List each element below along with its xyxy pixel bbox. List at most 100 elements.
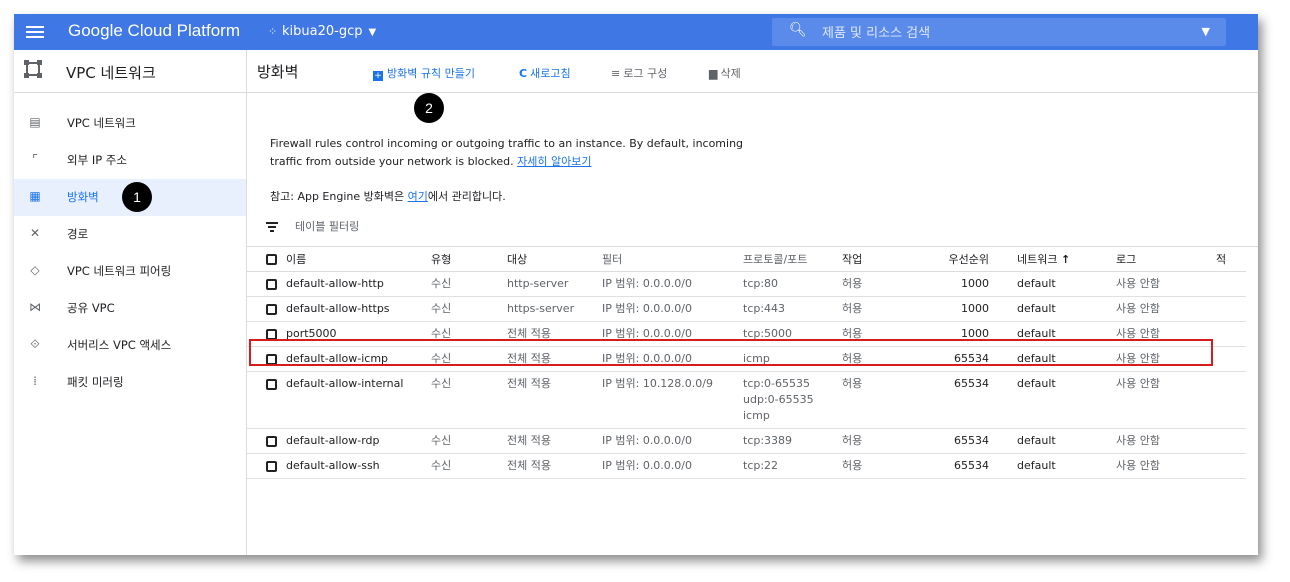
refresh-label: 새로고침 (530, 67, 571, 80)
cell-filter: IP 범위: 0.0.0.0/0 (602, 428, 743, 454)
create-firewall-rule-button[interactable]: + 방화벽 규칙 만들기 (373, 65, 475, 81)
cell-logs: 사용 안함 (1116, 346, 1216, 372)
filter-input[interactable] (293, 219, 497, 234)
brand-title[interactable]: Google Cloud Platform (68, 21, 240, 41)
sidebar-item-peering[interactable]: ◇ VPC 네트워크 피어링 (14, 253, 246, 290)
col-extra[interactable]: 적 (1216, 247, 1246, 272)
sidebar-item-label: 방화벽 (67, 190, 99, 204)
routes-icon: ✕ (29, 226, 41, 240)
logs-label: 로그 구성 (623, 67, 668, 80)
cell-action: 허용 (842, 346, 907, 372)
sidebar: VPC 네트워크 ▤ VPC 네트워크 ⌜ 외부 IP 주소 ▦ 방화벽 ✕ 경… (14, 50, 247, 555)
sidebar-item-serverless-vpc[interactable]: ⟐ 서버리스 VPC 액세스 (14, 327, 246, 364)
row-checkbox[interactable] (266, 435, 277, 447)
table-row[interactable]: default-allow-https 수신 https-server IP 범위: … (247, 296, 1246, 322)
protocol-entry: tcp:3389 (743, 434, 793, 447)
search-bar[interactable]: 🔍︎ ▼ (772, 18, 1226, 46)
col-type[interactable]: 유형 (431, 247, 507, 272)
trash-icon: ▆ (709, 67, 718, 80)
cell-priority: 65534 (907, 453, 989, 479)
configure-logs-button[interactable]: ≡ 로그 구성 (611, 65, 667, 81)
col-filter[interactable]: 필터 (602, 247, 743, 272)
cell-network: default (1017, 453, 1116, 479)
col-action[interactable]: 작업 (842, 247, 907, 272)
cell-target: https-server (507, 296, 602, 322)
cell-target: 전체 적용 (507, 428, 602, 454)
sidebar-item-label: 패킷 미러링 (67, 375, 124, 389)
sidebar-item-vpc-networks[interactable]: ▤ VPC 네트워크 (14, 105, 246, 142)
search-expand-icon[interactable]: ▼ (1202, 25, 1210, 38)
col-priority[interactable]: 우선순위 (907, 247, 989, 272)
row-checkbox[interactable] (266, 460, 277, 472)
row-checkbox[interactable] (266, 378, 277, 390)
cell-network: default (1017, 321, 1116, 347)
cell-filter: IP 범위: 0.0.0.0/0 (602, 271, 743, 297)
cell-action: 허용 (842, 296, 907, 322)
delete-button[interactable]: ▆ 삭제 (709, 65, 741, 81)
cell-name[interactable]: default-allow-http (286, 271, 431, 297)
row-checkbox[interactable] (266, 328, 277, 340)
protocol-entry: tcp:443 (743, 302, 786, 315)
cell-priority: 1000 (907, 271, 989, 297)
table-row[interactable]: default-allow-internal 수신 전체 적용 IP 범위: 10.1… (247, 371, 1246, 429)
description-text: Firewall rules control incoming or outgo… (270, 137, 744, 168)
table-row[interactable]: default-allow-icmp 수신 전체 적용 IP 범위: 0.0.0.0/… (247, 346, 1246, 372)
col-logs[interactable]: 로그 (1116, 247, 1216, 272)
learn-more-link[interactable]: 자세히 알아보기 (517, 155, 591, 168)
cell-network: default (1017, 296, 1116, 322)
search-input[interactable] (820, 22, 1144, 44)
row-checkbox[interactable] (266, 303, 277, 315)
vpc-network-icon: ▤ (29, 115, 41, 129)
cell-protocol: tcp:22 (743, 453, 842, 479)
sidebar-item-label: 외부 IP 주소 (67, 153, 127, 167)
cell-name[interactable]: default-allow-icmp (286, 346, 431, 372)
sidebar-item-external-ip[interactable]: ⌜ 외부 IP 주소 (14, 142, 246, 179)
project-selector[interactable]: ⁘ kibua20-gcp ▼ (268, 24, 376, 39)
col-name[interactable]: 이름 (286, 247, 431, 272)
cell-protocol: tcp:80 (743, 271, 842, 297)
cell-network: default (1017, 346, 1116, 372)
cell-name[interactable]: default-allow-internal (286, 371, 431, 429)
cell-name[interactable]: default-allow-rdp (286, 428, 431, 454)
table-row[interactable]: port5000 수신 전체 적용 IP 범위: 0.0.0.0/0 tcp:5000 허… (247, 321, 1246, 347)
menu-icon[interactable] (26, 23, 44, 41)
cell-logs: 사용 안함 (1116, 321, 1216, 347)
table-row[interactable]: default-allow-ssh 수신 전체 적용 IP 범위: 0.0.0.0/0… (247, 453, 1246, 479)
cell-name[interactable]: port5000 (286, 321, 431, 347)
app-engine-link[interactable]: 여기 (408, 190, 428, 203)
table-row[interactable]: default-allow-rdp 수신 전체 적용 IP 범위: 0.0.0.0/0… (247, 428, 1246, 454)
cell-priority: 65534 (907, 346, 989, 372)
sidebar-item-packet-mirroring[interactable]: ⁞ 패킷 미러링 (14, 364, 246, 401)
cell-priority: 65534 (907, 371, 989, 429)
cell-target: 전체 적용 (507, 371, 602, 429)
sidebar-title: VPC 네트워크 (66, 64, 156, 82)
cell-name[interactable]: default-allow-ssh (286, 453, 431, 479)
sidebar-item-shared-vpc[interactable]: ⋈ 공유 VPC (14, 290, 246, 327)
cell-type: 수신 (431, 371, 507, 429)
sidebar-item-label: 공유 VPC (67, 301, 115, 315)
col-target[interactable]: 대상 (507, 247, 602, 272)
sidebar-item-routes[interactable]: ✕ 경로 (14, 216, 246, 253)
cell-name[interactable]: default-allow-https (286, 296, 431, 322)
table-filter[interactable] (247, 210, 1258, 247)
cell-priority: 1000 (907, 296, 989, 322)
row-checkbox[interactable] (266, 353, 277, 365)
cell-type: 수신 (431, 296, 507, 322)
refresh-button[interactable]: C 새로고침 (519, 65, 571, 81)
sidebar-item-label: 경로 (67, 227, 89, 241)
firewall-icon: ▦ (29, 189, 41, 203)
cell-protocol: icmp (743, 346, 842, 372)
cell-target: 전체 적용 (507, 346, 602, 372)
table-row[interactable]: default-allow-http 수신 http-server IP 범위: 0.… (247, 271, 1246, 297)
cell-type: 수신 (431, 453, 507, 479)
cell-priority: 1000 (907, 321, 989, 347)
cell-type: 수신 (431, 271, 507, 297)
col-protocol[interactable]: 프로토콜/포트 (743, 247, 842, 272)
row-checkbox[interactable] (266, 278, 277, 290)
select-all-checkbox[interactable] (266, 254, 277, 265)
main-content: 방화벽 + 방화벽 규칙 만들기 C 새로고침 ≡ 로그 구성 ▆ 삭제 Firewal… (247, 50, 1258, 555)
protocol-entry: icmp (743, 352, 770, 365)
col-network[interactable]: 네트워크 ↑ (1017, 247, 1116, 272)
cell-action: 허용 (842, 453, 907, 479)
table-header-row: 이름 유형 대상 필터 프로토콜/포트 작업 우선순위 네트워크 ↑ 로그 적 (247, 247, 1246, 272)
